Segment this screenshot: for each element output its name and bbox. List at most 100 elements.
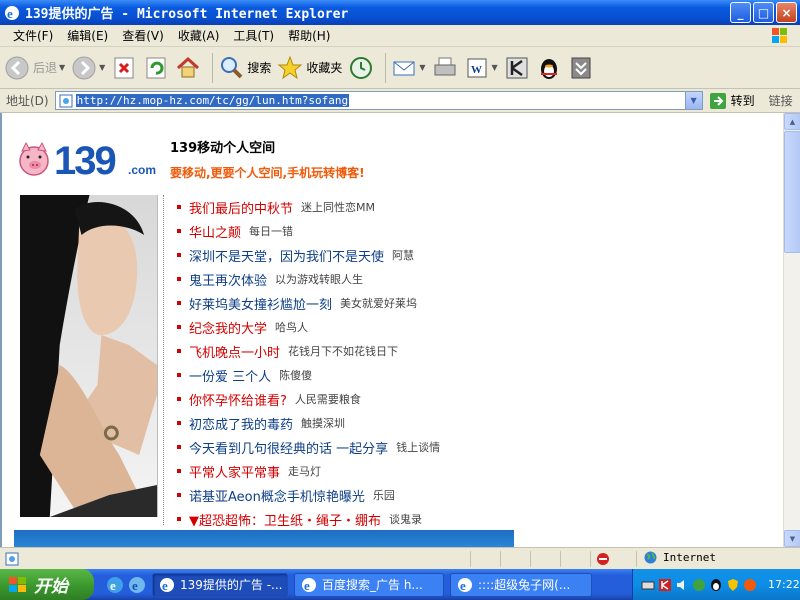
refresh-button[interactable] <box>143 55 169 81</box>
keyboard-icon[interactable] <box>641 578 655 592</box>
qq-button[interactable] <box>536 55 562 81</box>
article-author[interactable]: 阿慧 <box>392 247 414 263</box>
article-author[interactable]: 谈鬼录 <box>389 511 422 527</box>
article-link[interactable]: ▼超恐超怖：卫生纸・绳子・绷布 <box>189 510 381 529</box>
back-button[interactable]: 后退 ▼ <box>4 55 65 81</box>
menu-help[interactable]: 帮助(H) <box>281 27 337 44</box>
discuss-button[interactable] <box>504 55 530 81</box>
article-link[interactable]: 你怀孕怀给谁看? <box>189 390 287 409</box>
print-button[interactable] <box>432 55 458 81</box>
favorites-button[interactable]: 收藏夹 <box>277 55 342 81</box>
article-link[interactable]: 飞机晚点一小时 <box>189 342 280 361</box>
article-author[interactable]: 触摸深圳 <box>301 415 345 431</box>
address-url[interactable]: http://hz.mop-hz.com/tc/gg/lun.htm?sofan… <box>75 94 350 107</box>
network-icon[interactable] <box>692 578 706 592</box>
bullet-icon <box>177 205 181 209</box>
article-link[interactable]: 诺基亚Aeon概念手机惊艳曝光 <box>189 486 365 505</box>
mail-button[interactable]: ▼ <box>391 55 426 81</box>
article-link[interactable]: 我们最后的中秋节 <box>189 198 293 217</box>
maximize-button[interactable]: □ <box>753 2 774 23</box>
search-icon <box>221 56 243 78</box>
article-link[interactable]: 华山之颠 <box>189 222 241 241</box>
article-author[interactable]: 乐园 <box>373 487 395 503</box>
article-link[interactable]: 深圳不是天堂，因为我们不是天使 <box>189 246 384 265</box>
ad-banner-strip[interactable] <box>14 530 514 547</box>
history-button[interactable] <box>348 55 374 81</box>
article-author[interactable]: 哈鸟人 <box>275 319 308 335</box>
article-author[interactable]: 钱上谈情 <box>396 439 440 455</box>
taskbar-task-rabbit[interactable]: e ::::超级兔子网(... <box>450 572 592 597</box>
taskbar-task-baidu[interactable]: e 百度搜索_广告 h... <box>294 572 444 597</box>
chevron-down-icon[interactable]: ▼ <box>684 92 702 109</box>
shield-icon[interactable] <box>726 578 740 592</box>
article-link[interactable]: 初恋成了我的毒药 <box>189 414 293 433</box>
article-author[interactable]: 以为游戏转眼人生 <box>275 271 363 287</box>
zone-label: Internet <box>663 551 716 564</box>
address-input[interactable]: http://hz.mop-hz.com/tc/gg/lun.htm?sofan… <box>54 91 703 110</box>
menu-tools[interactable]: 工具(T) <box>226 27 281 44</box>
article-link[interactable]: 平常人家平常事 <box>189 462 280 481</box>
task-label: 139提供的广告 -... <box>180 578 283 592</box>
quick-launch: e e <box>106 576 146 594</box>
links-label[interactable]: 链接 <box>769 92 793 109</box>
forward-button[interactable]: ▼ <box>71 55 105 81</box>
speaker-icon[interactable] <box>675 578 689 592</box>
chevron-down-icon[interactable]: ▼ <box>59 63 65 72</box>
list-item: 初恋成了我的毒药 触摸深圳 <box>177 411 777 435</box>
menu-file[interactable]: 文件(F) <box>6 27 60 44</box>
system-tray: 17:22 <box>632 569 800 600</box>
article-link[interactable]: 纪念我的大学 <box>189 318 267 337</box>
page-icon <box>59 94 73 107</box>
star-icon <box>277 55 303 79</box>
menu-favorites[interactable]: 收藏(A) <box>171 27 227 44</box>
chevron-down-icon[interactable]: ▼ <box>99 63 105 72</box>
address-bar: 地址(D) http://hz.mop-hz.com/tc/gg/lun.htm… <box>0 89 800 113</box>
home-button[interactable] <box>175 55 201 81</box>
title-bar[interactable]: e 139提供的广告 - Microsoft Internet Explorer… <box>0 0 800 25</box>
scroll-up-icon[interactable]: ▲ <box>784 113 800 130</box>
taskbar-task-ie[interactable]: e 139提供的广告 -... <box>152 572 288 597</box>
popup-blocked-icon[interactable] <box>596 552 610 566</box>
go-button[interactable]: 转到 <box>709 92 755 110</box>
article-author[interactable]: 人民需要粮食 <box>295 391 361 407</box>
go-label: 转到 <box>730 94 755 108</box>
scroll-thumb[interactable] <box>784 131 800 253</box>
vertical-scrollbar[interactable]: ▲ ▼ <box>783 113 800 547</box>
chevron-down-icon[interactable]: ▼ <box>419 63 425 72</box>
article-link[interactable]: 一份爱 三个人 <box>189 366 271 385</box>
chevron-down-icon[interactable]: ▼ <box>492 63 498 72</box>
list-item: 我们最后的中秋节 迷上同性恋MM <box>177 195 777 219</box>
favorites-label: 收藏夹 <box>306 61 343 75</box>
article-author[interactable]: 花钱月下不如花钱日下 <box>288 343 398 359</box>
ie-icon[interactable]: e <box>106 576 124 594</box>
article-link[interactable]: 今天看到几句很经典的话 一起分享 <box>189 438 388 457</box>
menu-view[interactable]: 查看(V) <box>115 27 171 44</box>
archive-button[interactable] <box>568 55 594 81</box>
article-author[interactable]: 迷上同性恋MM <box>301 199 375 215</box>
article-author[interactable]: 美女就爱好莱坞 <box>340 295 417 311</box>
article-list: 我们最后的中秋节 迷上同性恋MM 华山之颠 每日一错深圳不是天堂，因为我们不是天使 阿慧… <box>177 195 777 531</box>
minimize-button[interactable]: _ <box>730 2 751 23</box>
kaspersky-icon[interactable] <box>658 578 672 592</box>
menu-edit[interactable]: 编辑(E) <box>60 27 115 44</box>
search-button[interactable]: 搜索 <box>218 55 271 81</box>
article-author[interactable]: 走马灯 <box>288 463 321 479</box>
svg-text:e: e <box>304 578 310 593</box>
status-pane <box>636 551 637 567</box>
ie-icon[interactable]: e <box>128 576 146 594</box>
article-author[interactable]: 每日一错 <box>249 223 293 239</box>
article-link[interactable]: 好莱坞美女撞衫尴尬一刻 <box>189 294 332 313</box>
security-zone[interactable]: Internet <box>644 551 716 564</box>
site-logo[interactable]: 139 .com <box>14 137 164 183</box>
start-button[interactable]: 开始 <box>0 569 94 600</box>
article-link[interactable]: 鬼王再次体验 <box>189 270 267 289</box>
stop-button[interactable] <box>111 55 137 81</box>
article-author[interactable]: 陈傻傻 <box>279 367 312 383</box>
antivirus-icon[interactable] <box>743 578 757 592</box>
scroll-down-icon[interactable]: ▼ <box>784 530 800 547</box>
close-button[interactable]: × <box>776 2 797 23</box>
list-item: 深圳不是天堂，因为我们不是天使 阿慧 <box>177 243 777 267</box>
edit-button[interactable]: W ▼ <box>464 55 498 81</box>
model-photo[interactable] <box>20 195 158 517</box>
qq-penguin-icon[interactable] <box>709 578 723 592</box>
